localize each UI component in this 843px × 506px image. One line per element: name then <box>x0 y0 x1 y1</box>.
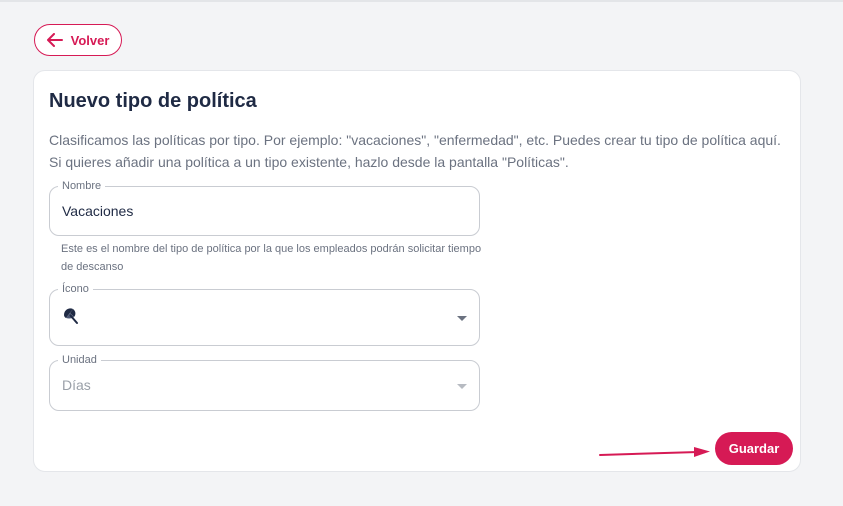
save-button[interactable]: Guardar <box>715 432 793 465</box>
policy-type-card: Nuevo tipo de política Clasificamos las … <box>33 70 801 472</box>
annotation-arrow-icon <box>599 447 710 457</box>
page-description: Clasificamos las políticas por tipo. Por… <box>49 132 781 170</box>
name-field-value[interactable]: Vacaciones <box>62 203 133 219</box>
unit-select-label: Unidad <box>58 353 101 367</box>
back-button[interactable]: Volver <box>34 24 122 56</box>
name-field-label: Nombre <box>58 179 106 193</box>
page-title: Nuevo tipo de política <box>49 90 257 112</box>
chevron-down-icon[interactable] <box>457 384 467 389</box>
icon-select[interactable]: Ícono <box>49 282 480 346</box>
icon-select-label: Ícono <box>58 282 93 296</box>
name-field-helper: Este es el nombre del tipo de política p… <box>61 243 482 273</box>
top-divider <box>0 0 843 2</box>
beach-umbrella-icon <box>62 307 80 328</box>
arrow-left-icon <box>46 33 63 47</box>
unit-select[interactable]: Unidad Días <box>49 353 480 411</box>
unit-select-value: Días <box>62 377 91 393</box>
chevron-down-icon[interactable] <box>457 316 467 321</box>
back-button-label: Volver <box>70 32 110 48</box>
name-field[interactable]: Nombre Vacaciones <box>49 179 480 236</box>
